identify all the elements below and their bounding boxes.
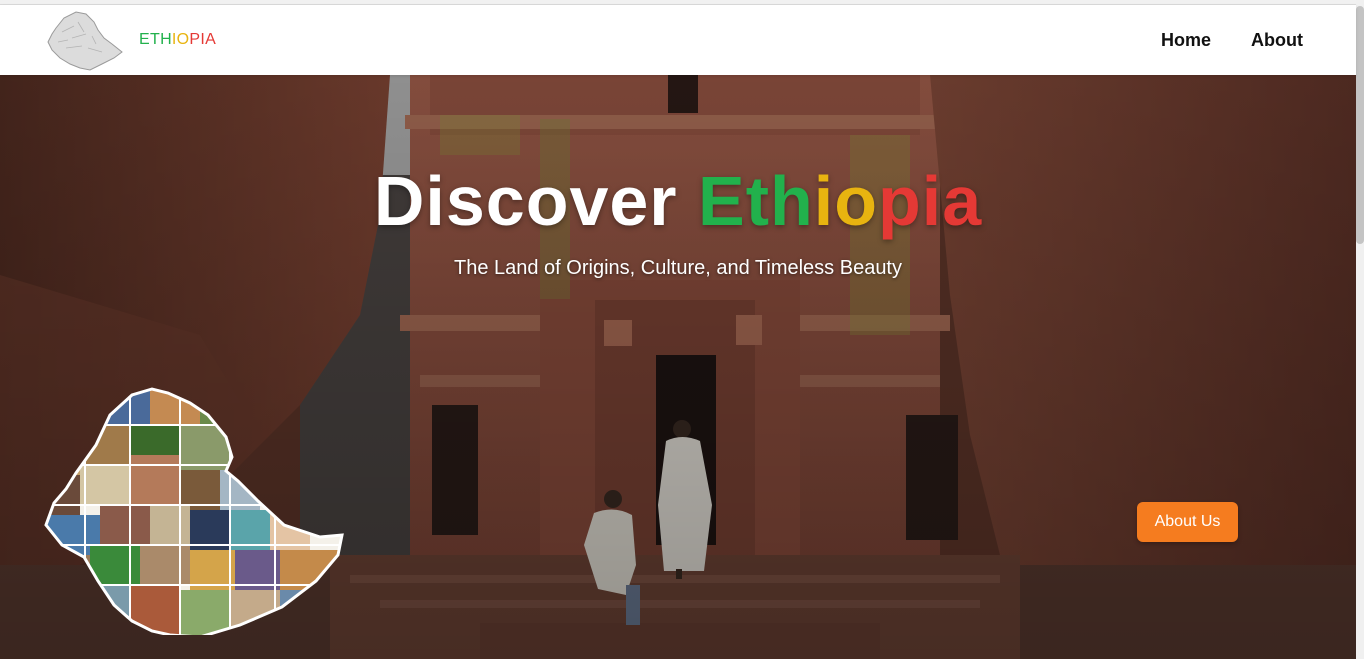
hero-title-word: Discover [373, 162, 678, 240]
brand-letter: P [189, 31, 201, 48]
nav-home-link[interactable]: Home [1161, 30, 1211, 51]
hero-title-letter: i [921, 162, 943, 240]
brand-letter: H [160, 31, 172, 48]
scrollbar[interactable] [1356, 0, 1364, 659]
hero-title-letter: o [834, 162, 879, 240]
ethiopia-collage-map [44, 387, 344, 635]
hero-subtitle: The Land of Origins, Culture, and Timele… [453, 257, 902, 279]
brand-letter: E [139, 31, 150, 48]
ethiopia-map-icon[interactable] [42, 8, 126, 72]
brand-letter: O [176, 31, 190, 48]
hero-title-letter: i [813, 162, 835, 240]
hero-section: Discover Ethiopia The Land of Origins, C… [0, 75, 1356, 659]
hero-title-letter: t [745, 162, 771, 240]
hero-title-letter: E [698, 162, 746, 240]
hero-title-letter: a [942, 162, 983, 240]
hero-title-country: Ethiopia [698, 162, 982, 240]
about-us-button[interactable]: About Us [1137, 502, 1238, 542]
brand-letter: A [205, 31, 217, 48]
hero-title-letter: p [878, 162, 922, 240]
scrollbar-thumb[interactable] [1356, 6, 1364, 244]
hero-title-letter: h [770, 162, 814, 240]
nav-about-link[interactable]: About [1251, 30, 1303, 51]
navbar: ETHIOPIA Home About [0, 5, 1356, 75]
brand-name[interactable]: ETHIOPIA [139, 31, 216, 49]
brand-letter: T [149, 31, 161, 48]
hero-title: Discover Ethiopia [0, 161, 1356, 241]
